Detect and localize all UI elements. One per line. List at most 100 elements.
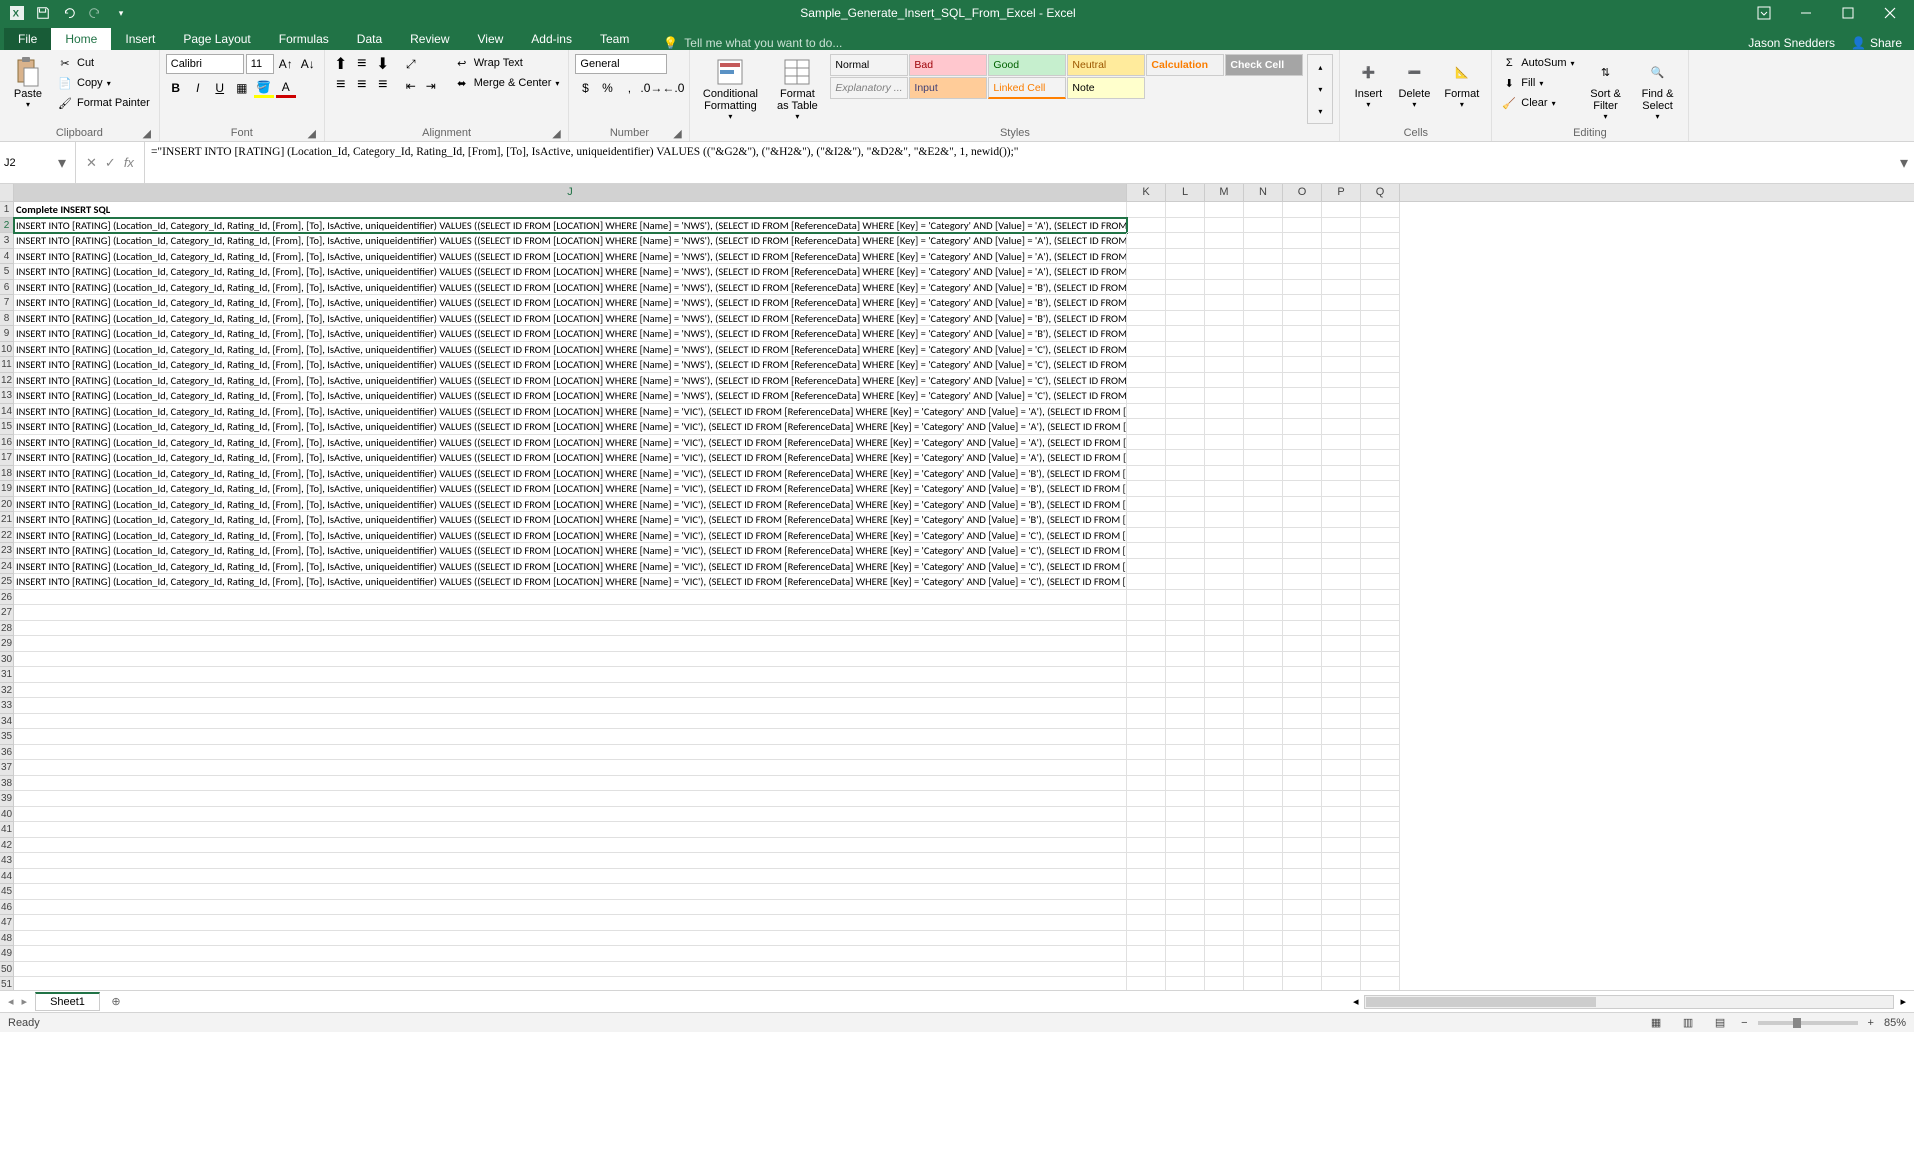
cell-K8[interactable] — [1127, 311, 1166, 327]
cell-P45[interactable] — [1322, 884, 1361, 900]
cell-O5[interactable] — [1283, 264, 1322, 280]
row-header-45[interactable]: 45 — [0, 884, 13, 900]
cell-J13[interactable]: INSERT INTO [RATING] (Location_Id, Categ… — [14, 388, 1127, 404]
cell-N18[interactable] — [1244, 466, 1283, 482]
cell-N3[interactable] — [1244, 233, 1283, 249]
view-normal-button[interactable]: ▦ — [1645, 1015, 1667, 1031]
row-header-4[interactable]: 4 — [0, 249, 13, 265]
cell-P47[interactable] — [1322, 915, 1361, 931]
cell-M43[interactable] — [1205, 853, 1244, 869]
row-header-3[interactable]: 3 — [0, 233, 13, 249]
cell-K21[interactable] — [1127, 512, 1166, 528]
cell-O10[interactable] — [1283, 342, 1322, 358]
row-header-19[interactable]: 19 — [0, 481, 13, 497]
column-header-Q[interactable]: Q — [1361, 184, 1400, 201]
cell-L33[interactable] — [1166, 698, 1205, 714]
cell-P6[interactable] — [1322, 280, 1361, 296]
row-header-27[interactable]: 27 — [0, 605, 13, 621]
cell-Q31[interactable] — [1361, 667, 1400, 683]
cell-M8[interactable] — [1205, 311, 1244, 327]
cell-N25[interactable] — [1244, 574, 1283, 590]
cell-O8[interactable] — [1283, 311, 1322, 327]
cell-K10[interactable] — [1127, 342, 1166, 358]
font-color-button[interactable]: A — [276, 78, 296, 98]
cell-O41[interactable] — [1283, 822, 1322, 838]
cell-O22[interactable] — [1283, 528, 1322, 544]
hscroll-track[interactable] — [1364, 995, 1894, 1009]
sheet-nav-prev[interactable]: ◂ — [8, 995, 14, 1008]
cell-L4[interactable] — [1166, 249, 1205, 265]
cell-M35[interactable] — [1205, 729, 1244, 745]
row-header-33[interactable]: 33 — [0, 698, 13, 714]
cell-N45[interactable] — [1244, 884, 1283, 900]
cell-L19[interactable] — [1166, 481, 1205, 497]
cell-K36[interactable] — [1127, 745, 1166, 761]
cell-O37[interactable] — [1283, 760, 1322, 776]
cell-J23[interactable]: INSERT INTO [RATING] (Location_Id, Categ… — [14, 543, 1127, 559]
cell-O16[interactable] — [1283, 435, 1322, 451]
row-header-10[interactable]: 10 — [0, 342, 13, 358]
clipboard-launcher[interactable]: ◢ — [141, 127, 153, 139]
cell-Q7[interactable] — [1361, 295, 1400, 311]
cell-Q47[interactable] — [1361, 915, 1400, 931]
cell-P1[interactable] — [1322, 202, 1361, 218]
cell-N27[interactable] — [1244, 605, 1283, 621]
row-header-37[interactable]: 37 — [0, 760, 13, 776]
cell-N17[interactable] — [1244, 450, 1283, 466]
tab-data[interactable]: Data — [343, 28, 396, 50]
cell-J19[interactable]: INSERT INTO [RATING] (Location_Id, Categ… — [14, 481, 1127, 497]
cell-L9[interactable] — [1166, 326, 1205, 342]
cell-N50[interactable] — [1244, 962, 1283, 978]
cell-P31[interactable] — [1322, 667, 1361, 683]
cell-M47[interactable] — [1205, 915, 1244, 931]
cell-O31[interactable] — [1283, 667, 1322, 683]
name-box-input[interactable] — [0, 155, 52, 171]
qat-customize[interactable]: ▾ — [110, 2, 132, 24]
cell-Q50[interactable] — [1361, 962, 1400, 978]
style-normal[interactable]: Normal — [830, 54, 908, 76]
cell-M2[interactable] — [1205, 218, 1244, 234]
cell-Q5[interactable] — [1361, 264, 1400, 280]
style-bad[interactable]: Bad — [909, 54, 987, 76]
cell-M39[interactable] — [1205, 791, 1244, 807]
cell-Q22[interactable] — [1361, 528, 1400, 544]
cell-Q14[interactable] — [1361, 404, 1400, 420]
cell-Q25[interactable] — [1361, 574, 1400, 590]
cell-P23[interactable] — [1322, 543, 1361, 559]
cell-M49[interactable] — [1205, 946, 1244, 962]
cell-J24[interactable]: INSERT INTO [RATING] (Location_Id, Categ… — [14, 559, 1127, 575]
row-header-32[interactable]: 32 — [0, 683, 13, 699]
cell-O44[interactable] — [1283, 869, 1322, 885]
row-header-25[interactable]: 25 — [0, 574, 13, 590]
style-input[interactable]: Input — [909, 77, 987, 99]
tab-team[interactable]: Team — [586, 28, 643, 50]
cell-K4[interactable] — [1127, 249, 1166, 265]
column-header-N[interactable]: N — [1244, 184, 1283, 201]
cell-P36[interactable] — [1322, 745, 1361, 761]
cell-N34[interactable] — [1244, 714, 1283, 730]
cell-M45[interactable] — [1205, 884, 1244, 900]
cell-K50[interactable] — [1127, 962, 1166, 978]
cell-L42[interactable] — [1166, 838, 1205, 854]
cell-J28[interactable] — [14, 621, 1127, 637]
cell-J22[interactable]: INSERT INTO [RATING] (Location_Id, Categ… — [14, 528, 1127, 544]
cell-M34[interactable] — [1205, 714, 1244, 730]
row-header-12[interactable]: 12 — [0, 373, 13, 389]
column-header-O[interactable]: O — [1283, 184, 1322, 201]
cell-J1[interactable]: Complete INSERT SQL — [14, 202, 1127, 218]
cell-N16[interactable] — [1244, 435, 1283, 451]
cell-N44[interactable] — [1244, 869, 1283, 885]
cell-O30[interactable] — [1283, 652, 1322, 668]
cell-P20[interactable] — [1322, 497, 1361, 513]
share-button[interactable]: 👤Share — [1851, 36, 1902, 50]
cell-L24[interactable] — [1166, 559, 1205, 575]
cell-M24[interactable] — [1205, 559, 1244, 575]
cell-O48[interactable] — [1283, 931, 1322, 947]
cell-M28[interactable] — [1205, 621, 1244, 637]
cell-Q12[interactable] — [1361, 373, 1400, 389]
cell-J51[interactable] — [14, 977, 1127, 990]
cell-P51[interactable] — [1322, 977, 1361, 990]
cell-O17[interactable] — [1283, 450, 1322, 466]
cell-L51[interactable] — [1166, 977, 1205, 990]
shrink-font-button[interactable]: A↓ — [298, 54, 318, 74]
